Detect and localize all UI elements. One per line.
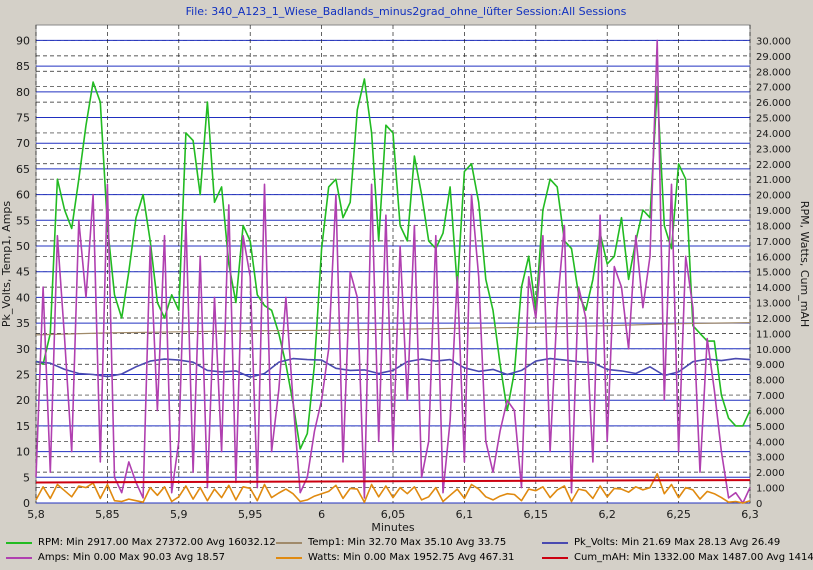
right-tick-label: 24.000 (756, 129, 791, 140)
legend-swatch-cum-mah (542, 556, 568, 559)
left-tick-label: 65 (16, 163, 30, 176)
x-tick-label: 6,25 (666, 508, 691, 521)
x-tick-label: 6,2 (598, 508, 616, 521)
left-tick-label: 50 (16, 240, 30, 253)
legend-item-cum-mah: Cum_mAH: Min 1332.00 Max 1487.00 Avg 141… (542, 552, 813, 563)
right-tick-label: 14.000 (756, 283, 791, 294)
chart: File: 340_A123_1_Wiese_Badlands_minus2gr… (0, 5, 811, 534)
left-tick-label: 15 (16, 420, 30, 433)
legend-swatch-pk-volts (542, 541, 568, 544)
right-tick-label: 8.000 (756, 376, 785, 387)
x-tick-label: 5,85 (95, 508, 120, 521)
right-tick-label: 26.000 (756, 98, 791, 109)
right-tick-label: 5.000 (756, 422, 785, 433)
legend-text-amps: Amps: Min 0.00 Max 90.03 Avg 18.57 (38, 552, 226, 563)
right-tick-label: 20.000 (756, 191, 791, 202)
right-tick-label: 28.000 (756, 67, 791, 78)
right-tick-label: 30.000 (756, 36, 791, 47)
legend-swatch-amps (6, 556, 32, 559)
legend-item-amps: Amps: Min 0.00 Max 90.03 Avg 18.57 (6, 552, 225, 563)
legend-text-rpm: RPM: Min 2917.00 Max 27372.00 Avg 16032.… (38, 537, 276, 548)
x-axis-label: Minutes (371, 521, 415, 534)
left-tick-label: 70 (16, 137, 30, 150)
legend-text-temp1: Temp1: Min 32.70 Max 35.10 Avg 33.75 (308, 537, 507, 548)
x-tick-label: 5,95 (238, 508, 263, 521)
right-tick-label: 23.000 (756, 144, 791, 155)
x-tick-label: 6,05 (381, 508, 406, 521)
left-axis-label: Pk_Volts, Temp1, Amps (0, 201, 13, 328)
right-tick-label: 15.000 (756, 268, 791, 279)
right-tick-label: 0 (756, 499, 762, 510)
left-tick-label: 25 (16, 369, 30, 382)
right-tick-label: 13.000 (756, 299, 791, 310)
left-tick-label: 80 (16, 86, 30, 99)
right-tick-label: 12.000 (756, 314, 791, 325)
left-tick-label: 5 (23, 471, 30, 484)
left-tick-label: 45 (16, 266, 30, 279)
right-tick-label: 2.000 (756, 468, 785, 479)
left-tick-label: 10 (16, 446, 30, 459)
right-tick-label: 22.000 (756, 160, 791, 171)
left-tick-label: 85 (16, 60, 30, 73)
right-tick-label: 3.000 (756, 453, 785, 464)
right-axis-label: RPM, Watts, Cum_mAH (798, 201, 811, 327)
x-tick-label: 6,1 (456, 508, 474, 521)
right-tick-label: 10.000 (756, 345, 791, 356)
right-tick-label: 9.000 (756, 360, 785, 371)
right-tick-label: 21.000 (756, 175, 791, 186)
legend-item-rpm: RPM: Min 2917.00 Max 27372.00 Avg 16032.… (6, 537, 276, 548)
legend: RPM: Min 2917.00 Max 27372.00 Avg 16032.… (6, 535, 813, 567)
right-tick-label: 27.000 (756, 83, 791, 94)
x-tick-label: 6 (318, 508, 325, 521)
legend-item-temp1: Temp1: Min 32.70 Max 35.10 Avg 33.75 (276, 537, 506, 548)
legend-text-pk-volts: Pk_Volts: Min 21.69 Max 28.13 Avg 26.49 (574, 537, 781, 548)
x-tick-label: 5,9 (170, 508, 188, 521)
right-tick-label: 29.000 (756, 52, 791, 63)
left-tick-label: 60 (16, 189, 30, 202)
left-tick-label: 30 (16, 343, 30, 356)
right-tick-label: 18.000 (756, 221, 791, 232)
left-tick-label: 0 (23, 497, 30, 510)
legend-swatch-watts (276, 556, 302, 559)
right-tick-label: 4.000 (756, 437, 785, 448)
chart-title: File: 340_A123_1_Wiese_Badlands_minus2gr… (186, 5, 627, 18)
legend-item-watts: Watts: Min 0.00 Max 1952.75 Avg 467.31 (276, 552, 514, 563)
legend-item-pk-volts: Pk_Volts: Min 21.69 Max 28.13 Avg 26.49 (542, 537, 780, 548)
right-tick-label: 7.000 (756, 391, 785, 402)
left-tick-label: 90 (16, 34, 30, 47)
right-tick-label: 11.000 (756, 329, 791, 340)
legend-text-cum-mah: Cum_mAH: Min 1332.00 Max 1487.00 Avg 141… (574, 552, 813, 563)
right-tick-label: 6.000 (756, 406, 785, 417)
left-tick-label: 20 (16, 394, 30, 407)
left-tick-label: 75 (16, 112, 30, 125)
legend-swatch-rpm (6, 541, 32, 544)
right-tick-label: 19.000 (756, 206, 791, 217)
left-tick-label: 35 (16, 317, 30, 330)
legend-text-watts: Watts: Min 0.00 Max 1952.75 Avg 467.31 (308, 552, 515, 563)
left-tick-label: 55 (16, 214, 30, 227)
right-tick-label: 17.000 (756, 237, 791, 248)
x-tick-label: 6,15 (524, 508, 549, 521)
right-tick-label: 1.000 (756, 484, 785, 495)
left-tick-label: 40 (16, 291, 30, 304)
right-tick-label: 16.000 (756, 252, 791, 263)
right-tick-label: 25.000 (756, 114, 791, 125)
legend-swatch-temp1 (276, 541, 302, 544)
